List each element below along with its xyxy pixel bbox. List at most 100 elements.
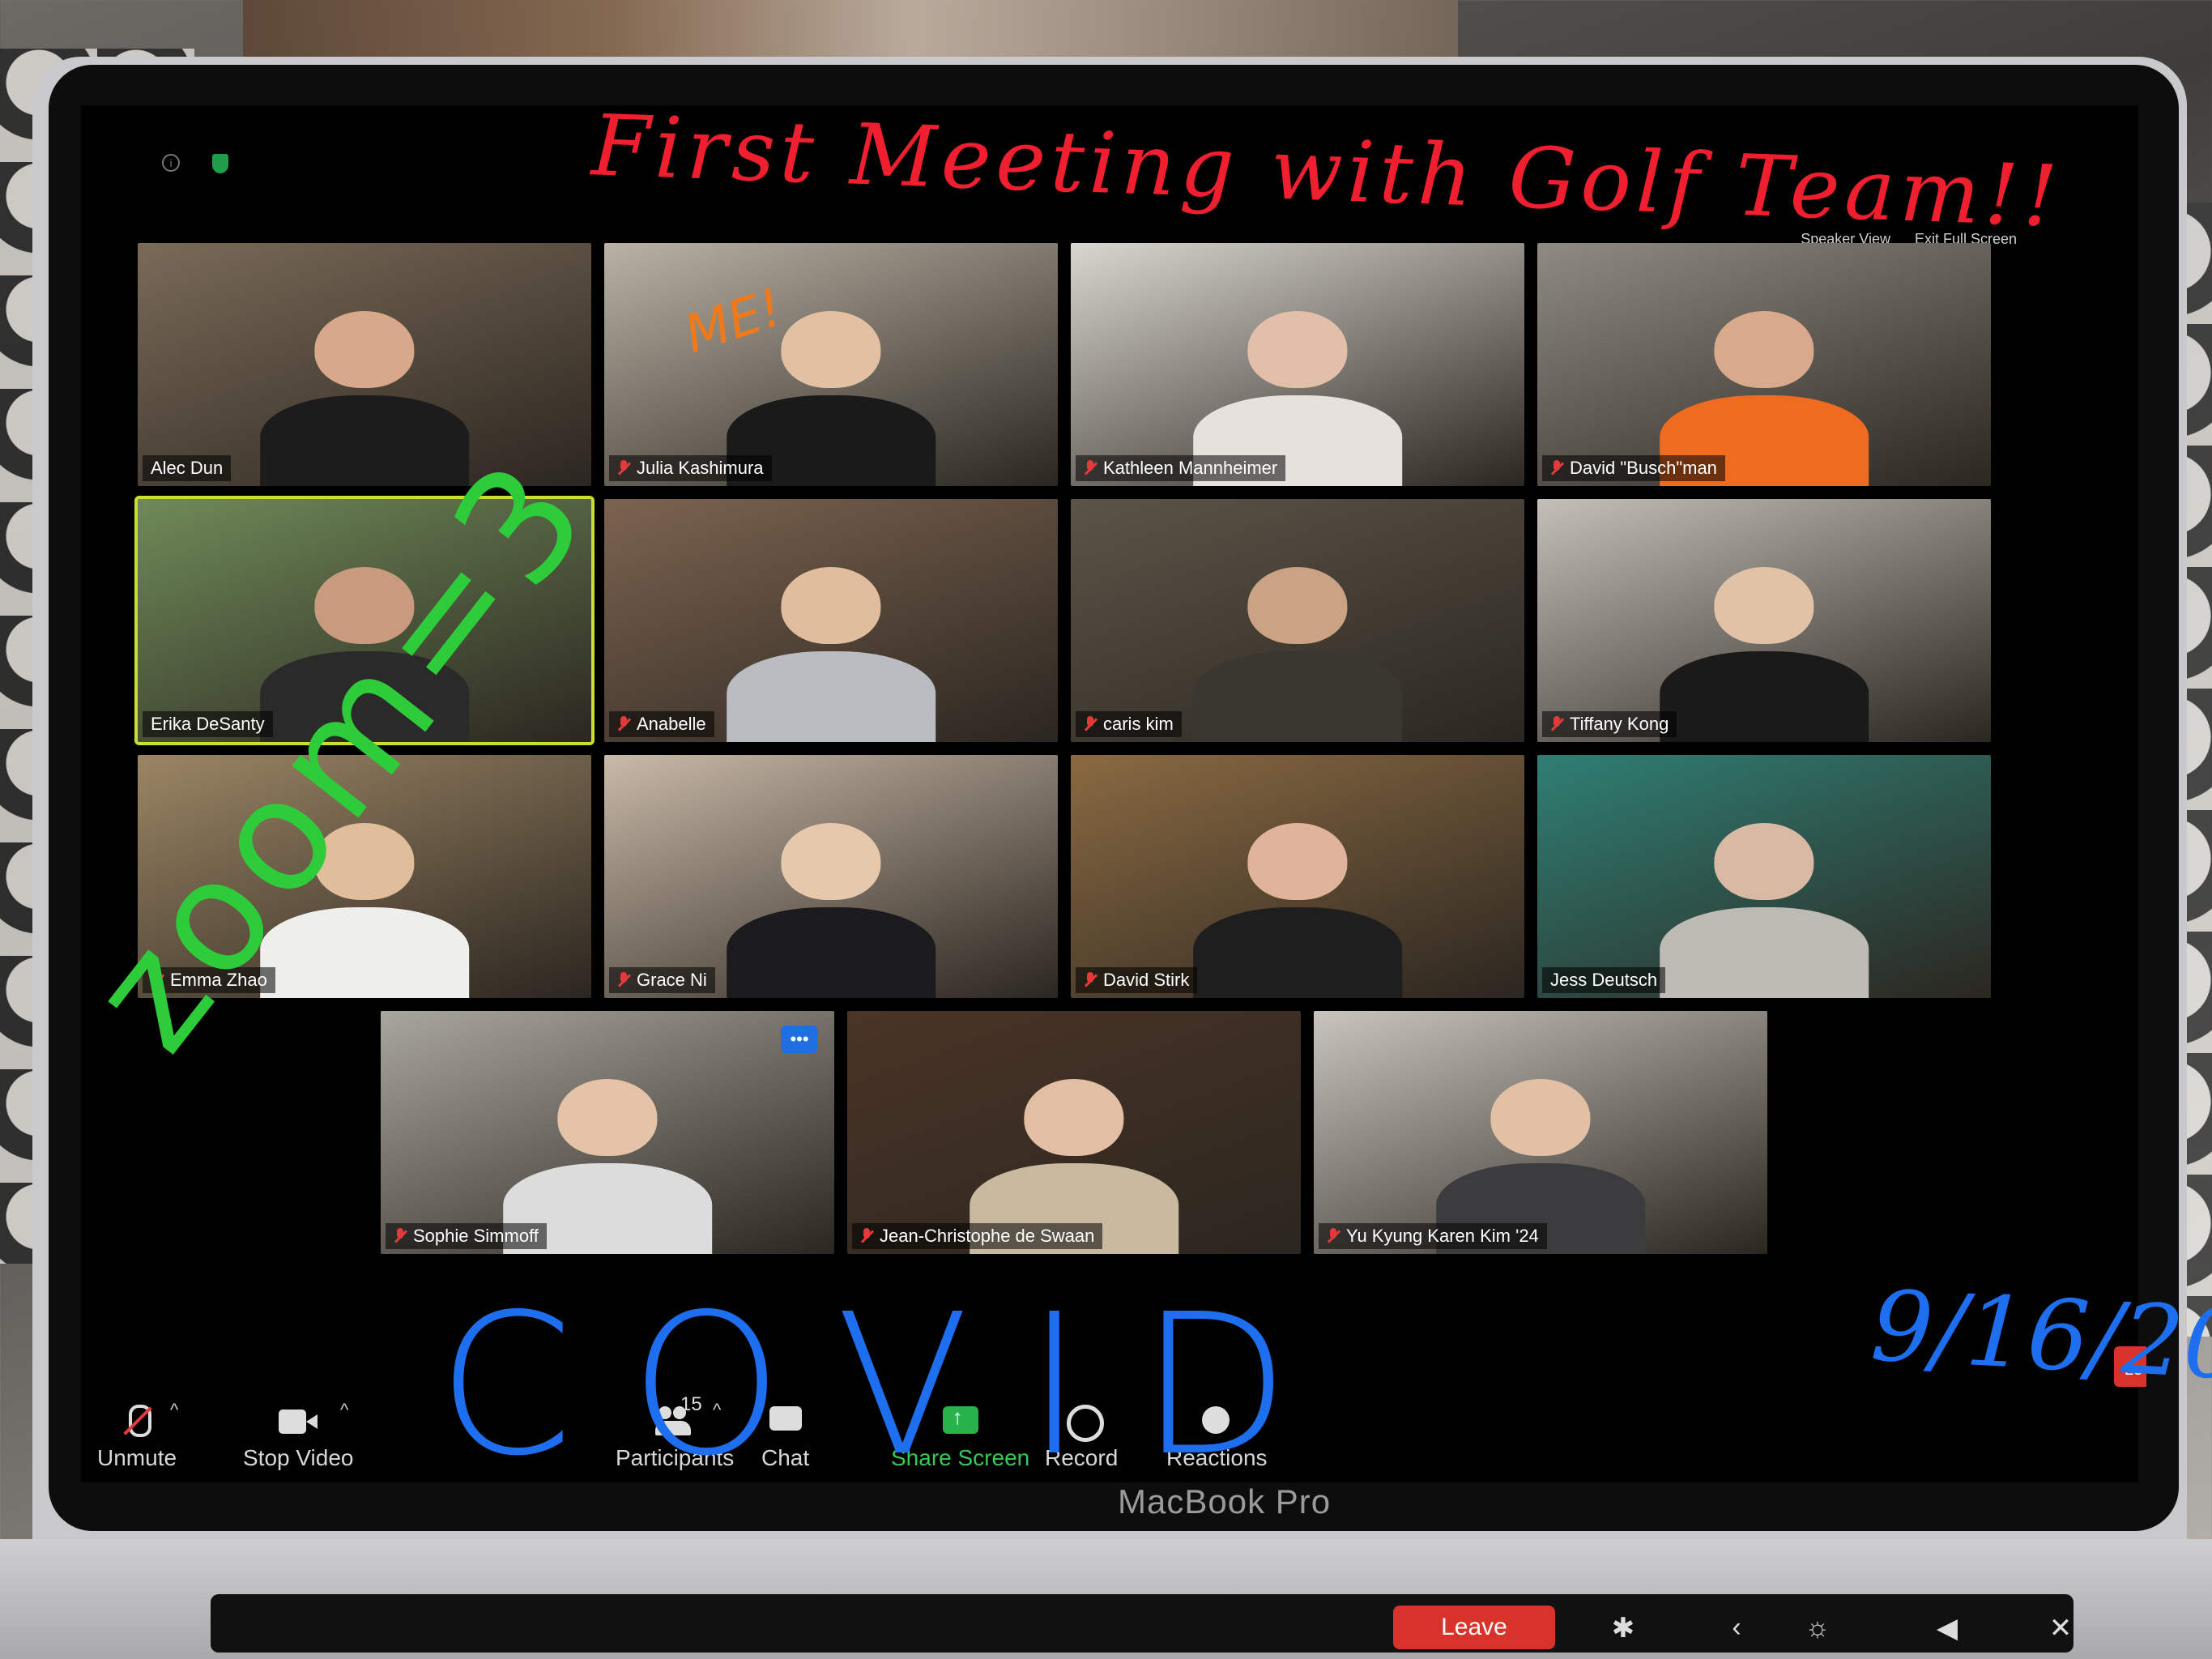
participant-shoulders — [260, 394, 469, 486]
participant-name-label: David Stirk — [1076, 967, 1198, 993]
participant-name-label: Kathleen Mannheimer — [1076, 455, 1286, 481]
muted-microphone-icon — [116, 1405, 158, 1439]
leave-meeting-button[interactable]: Le — [2114, 1346, 2146, 1387]
participant-tile[interactable]: Tiffany Kong — [1537, 499, 1991, 742]
more-options-button[interactable]: ••• — [781, 1026, 818, 1053]
encryption-shield-icon[interactable] — [212, 154, 228, 173]
participant-head — [1247, 311, 1348, 389]
participant-shoulders — [260, 650, 469, 742]
participant-shoulders — [727, 650, 936, 742]
participant-name-label: David "Busch"man — [1542, 455, 1725, 481]
participant-name: Alec Dun — [151, 458, 224, 478]
gear-icon[interactable]: ✱ — [1604, 1612, 1643, 1644]
muted-mic-icon — [1550, 460, 1563, 476]
stop-video-button[interactable]: Stop Video — [243, 1405, 354, 1471]
participant-tile[interactable]: David Stirk — [1071, 755, 1524, 998]
participant-name: caris kim — [1103, 714, 1174, 734]
participant-head — [314, 823, 415, 901]
participant-name-label: Alec Dun — [143, 455, 232, 481]
touchbar-leave-button[interactable]: Leave — [1393, 1606, 1555, 1649]
participant-head — [1490, 1079, 1591, 1157]
participant-tile[interactable]: Alec Dun — [138, 243, 591, 486]
participant-name-label: Emma Zhao — [143, 967, 275, 993]
participant-head — [1714, 823, 1814, 901]
zoom-screen: i Speaker View Exit Full Screen Alec Dun… — [81, 105, 2146, 1482]
reactions-smiley-icon — [1196, 1405, 1238, 1439]
share-screen-button[interactable]: Share Screen — [891, 1405, 1029, 1471]
participant-name: David Stirk — [1103, 970, 1190, 990]
participant-video — [1660, 823, 1869, 998]
participant-count: 15 — [680, 1393, 702, 1415]
participant-name-label: Yu Kyung Karen Kim '24 — [1319, 1223, 1547, 1249]
participant-name: Yu Kyung Karen Kim '24 — [1346, 1226, 1539, 1246]
muted-mic-icon — [151, 972, 164, 988]
participant-video — [1193, 823, 1402, 998]
unmute-label: Unmute — [97, 1445, 177, 1470]
participants-options-chevron-icon[interactable]: ^ — [713, 1400, 721, 1421]
touch-bar — [211, 1594, 2073, 1653]
meeting-toolbar: Unmute ^ Stop Video ^ Participants 15 ^ … — [81, 1393, 2138, 1482]
participant-name-label: Jess Deutsch — [1542, 967, 1666, 993]
participant-video — [260, 823, 469, 998]
participant-tile[interactable]: Kathleen Mannheimer — [1071, 243, 1524, 486]
record-icon — [1060, 1405, 1105, 1442]
participant-tile[interactable]: Jess Deutsch — [1537, 755, 1991, 998]
record-button[interactable]: Record — [1045, 1405, 1118, 1471]
macbook-brand-label: MacBook Pro — [1118, 1482, 1332, 1520]
participant-shoulders — [1193, 906, 1402, 998]
info-icon[interactable]: i — [162, 154, 180, 172]
participant-name-label: Erika DeSanty — [143, 711, 273, 737]
participant-head — [557, 1079, 658, 1157]
muted-mic-icon — [860, 1228, 873, 1244]
participant-head — [781, 567, 881, 645]
participant-name: Sophie Simmoff — [413, 1226, 539, 1246]
mute-icon[interactable]: ✕ — [2041, 1612, 2080, 1644]
brightness-icon[interactable]: ☼ — [1798, 1612, 1837, 1644]
share-screen-label: Share Screen — [891, 1445, 1030, 1470]
muted-mic-icon — [1084, 460, 1097, 476]
participant-video — [1193, 567, 1402, 742]
muted-mic-icon — [617, 972, 630, 988]
muted-mic-icon — [617, 716, 630, 732]
muted-mic-icon — [1084, 716, 1097, 732]
participant-name-label: Jean-Christophe de Swaan — [852, 1223, 1103, 1249]
video-options-chevron-icon[interactable]: ^ — [340, 1400, 348, 1421]
participant-name-label: Grace Ni — [609, 967, 715, 993]
muted-mic-icon — [394, 1228, 407, 1244]
participant-name: Anabelle — [637, 714, 706, 734]
participant-tile[interactable]: Julia Kashimura — [604, 243, 1058, 486]
volume-icon[interactable]: ◀ — [1928, 1612, 1967, 1644]
participant-name: Tiffany Kong — [1570, 714, 1669, 734]
unmute-button[interactable]: Unmute — [97, 1405, 177, 1471]
participant-tile[interactable]: Grace Ni — [604, 755, 1058, 998]
chat-bubble-icon — [765, 1405, 807, 1439]
participant-tile[interactable]: Erika DeSanty — [134, 496, 595, 745]
participant-tile[interactable]: caris kim — [1071, 499, 1524, 742]
audio-options-chevron-icon[interactable]: ^ — [170, 1400, 178, 1421]
chevron-left-icon[interactable]: ‹ — [1717, 1612, 1756, 1644]
participant-name: David "Busch"man — [1570, 458, 1717, 478]
participant-video — [260, 567, 469, 742]
participant-tile[interactable]: Sophie Simmoff ••• — [381, 1011, 834, 1254]
participant-shoulders — [1193, 650, 1402, 742]
participant-head — [781, 823, 881, 901]
participant-head — [314, 311, 415, 389]
participant-name: Julia Kashimura — [637, 458, 764, 478]
participant-tile[interactable]: Yu Kyung Karen Kim '24 — [1314, 1011, 1767, 1254]
participant-tile[interactable]: Emma Zhao — [138, 755, 591, 998]
participant-tile[interactable]: Anabelle — [604, 499, 1058, 742]
participant-shoulders — [1660, 650, 1869, 742]
participant-tile[interactable]: Jean-Christophe de Swaan — [847, 1011, 1301, 1254]
participant-name-label: caris kim — [1076, 711, 1182, 737]
participant-name: Emma Zhao — [170, 970, 267, 990]
participant-tile[interactable]: David "Busch"man — [1537, 243, 1991, 486]
reactions-button[interactable]: Reactions — [1166, 1405, 1268, 1471]
chat-button[interactable]: Chat — [761, 1405, 809, 1471]
participants-label: Participants — [616, 1445, 735, 1470]
video-camera-icon — [277, 1405, 319, 1439]
participant-name: Jean-Christophe de Swaan — [880, 1226, 1095, 1246]
participant-name: Kathleen Mannheimer — [1103, 458, 1278, 478]
participant-shoulders — [1660, 906, 1869, 998]
participant-name-label: Anabelle — [609, 711, 714, 737]
muted-mic-icon — [1550, 716, 1563, 732]
